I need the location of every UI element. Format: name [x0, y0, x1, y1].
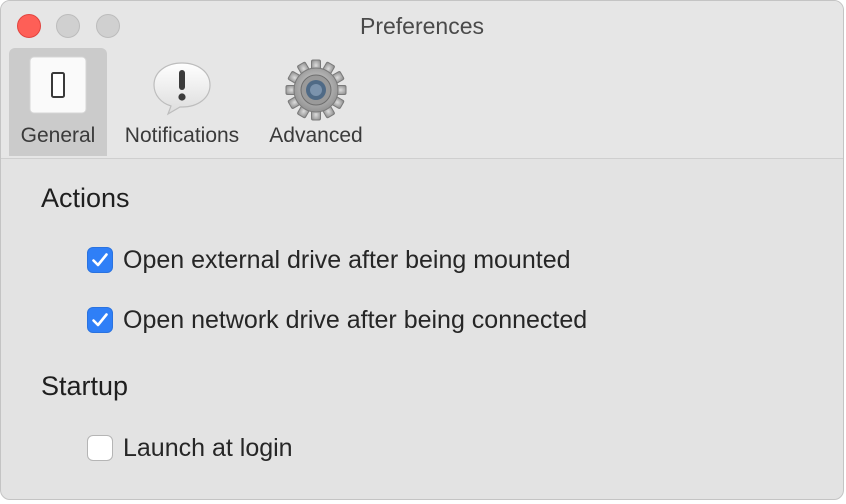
- preferences-window: Preferences General Notifications Advanc…: [0, 0, 844, 500]
- checkbox-checked[interactable]: [87, 307, 113, 333]
- checkmark-icon: [92, 253, 108, 267]
- gear-icon: [284, 58, 348, 127]
- tab-notifications[interactable]: Notifications: [111, 48, 253, 156]
- tab-label: General: [20, 124, 96, 147]
- tab-general[interactable]: General: [9, 48, 107, 156]
- tab-advanced[interactable]: Advanced: [259, 48, 373, 156]
- option-open-network-drive[interactable]: Open network drive after being connected: [87, 305, 587, 335]
- section-title-actions: Actions: [41, 183, 130, 213]
- exclamation-bubble-icon: [151, 60, 213, 121]
- option-open-external-drive[interactable]: Open external drive after being mounted: [87, 245, 571, 275]
- section-title-startup: Startup: [41, 371, 129, 401]
- switch-icon: [29, 56, 87, 119]
- option-launch-at-login[interactable]: Launch at login: [87, 433, 293, 463]
- checkmark-icon: [92, 313, 108, 327]
- option-label: Launch at login: [123, 433, 293, 462]
- tab-label: Advanced: [269, 124, 363, 147]
- general-pane: Actions Open external drive after being …: [1, 159, 843, 499]
- titlebar: Preferences General Notifications Advanc…: [1, 1, 843, 159]
- checkbox-checked[interactable]: [87, 247, 113, 273]
- checkbox-unchecked[interactable]: [87, 435, 113, 461]
- option-label: Open network drive after being connected: [123, 305, 588, 334]
- window-title: Preferences: [359, 13, 484, 39]
- tab-label: Notifications: [124, 124, 240, 147]
- option-label: Open external drive after being mounted: [123, 245, 571, 274]
